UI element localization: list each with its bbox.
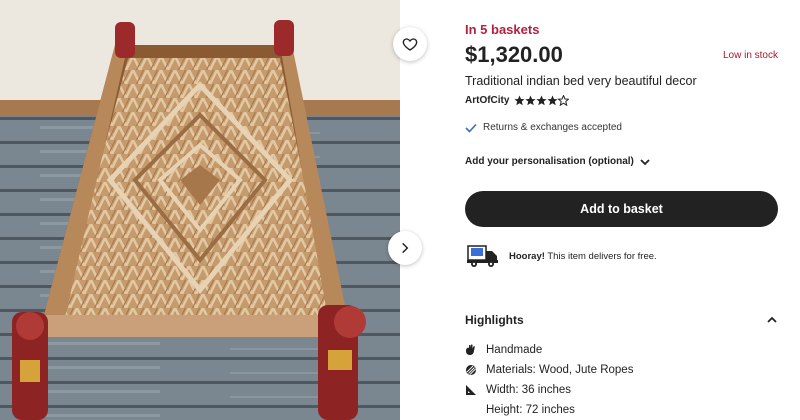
seller-link[interactable]: ArtOfCity [465,95,509,106]
rating-stars [514,95,570,106]
highlight-item: Width: 36 inches [465,380,633,400]
materials-icon [466,365,476,375]
highlights-list: Handmade Materials: Wood, Jute Ropes Wid… [465,340,633,420]
check-icon [465,123,477,133]
chevron-up-icon [767,316,777,323]
free-delivery-row: Hooray! This item delivers for free. [467,244,657,268]
truck-icon [467,245,498,267]
returns-text: Returns & exchanges accepted [483,122,622,133]
hand-icon [466,344,475,355]
returns-row: Returns & exchanges accepted [465,122,622,133]
product-photo[interactable] [0,0,400,420]
personalisation-toggle[interactable]: Add your personalisation (optional) [465,156,650,167]
price: $1,320.00 [465,42,563,67]
highlight-item: Height: 72 inches [486,404,575,416]
add-to-basket-button[interactable]: Add to basket [465,191,778,227]
listing-title: Traditional indian bed very beautiful de… [465,74,697,88]
highlights-toggle[interactable]: Highlights [465,313,777,327]
delivery-text: Hooray! This item delivers for free. [509,250,657,262]
seller-row: ArtOfCity [465,95,570,106]
personalisation-label: Add your personalisation (optional) [465,156,634,167]
basket-count: In 5 baskets [465,22,540,37]
listing-panel: In 5 baskets $1,320.00 Low in stock Trad… [465,0,780,420]
heart-icon [402,38,418,51]
favorite-button[interactable] [393,27,427,61]
chevron-right-icon [402,242,409,254]
highlight-item: Materials: Wood, Jute Ropes [465,360,633,380]
ruler-icon [466,385,476,395]
product-image [0,0,400,420]
highlight-item: Handmade [465,340,633,360]
stock-status: Low in stock [722,50,778,61]
star-icons [514,95,570,106]
chevron-down-icon [640,158,650,165]
next-image-button[interactable] [388,231,422,265]
highlights-heading: Highlights [465,313,524,327]
